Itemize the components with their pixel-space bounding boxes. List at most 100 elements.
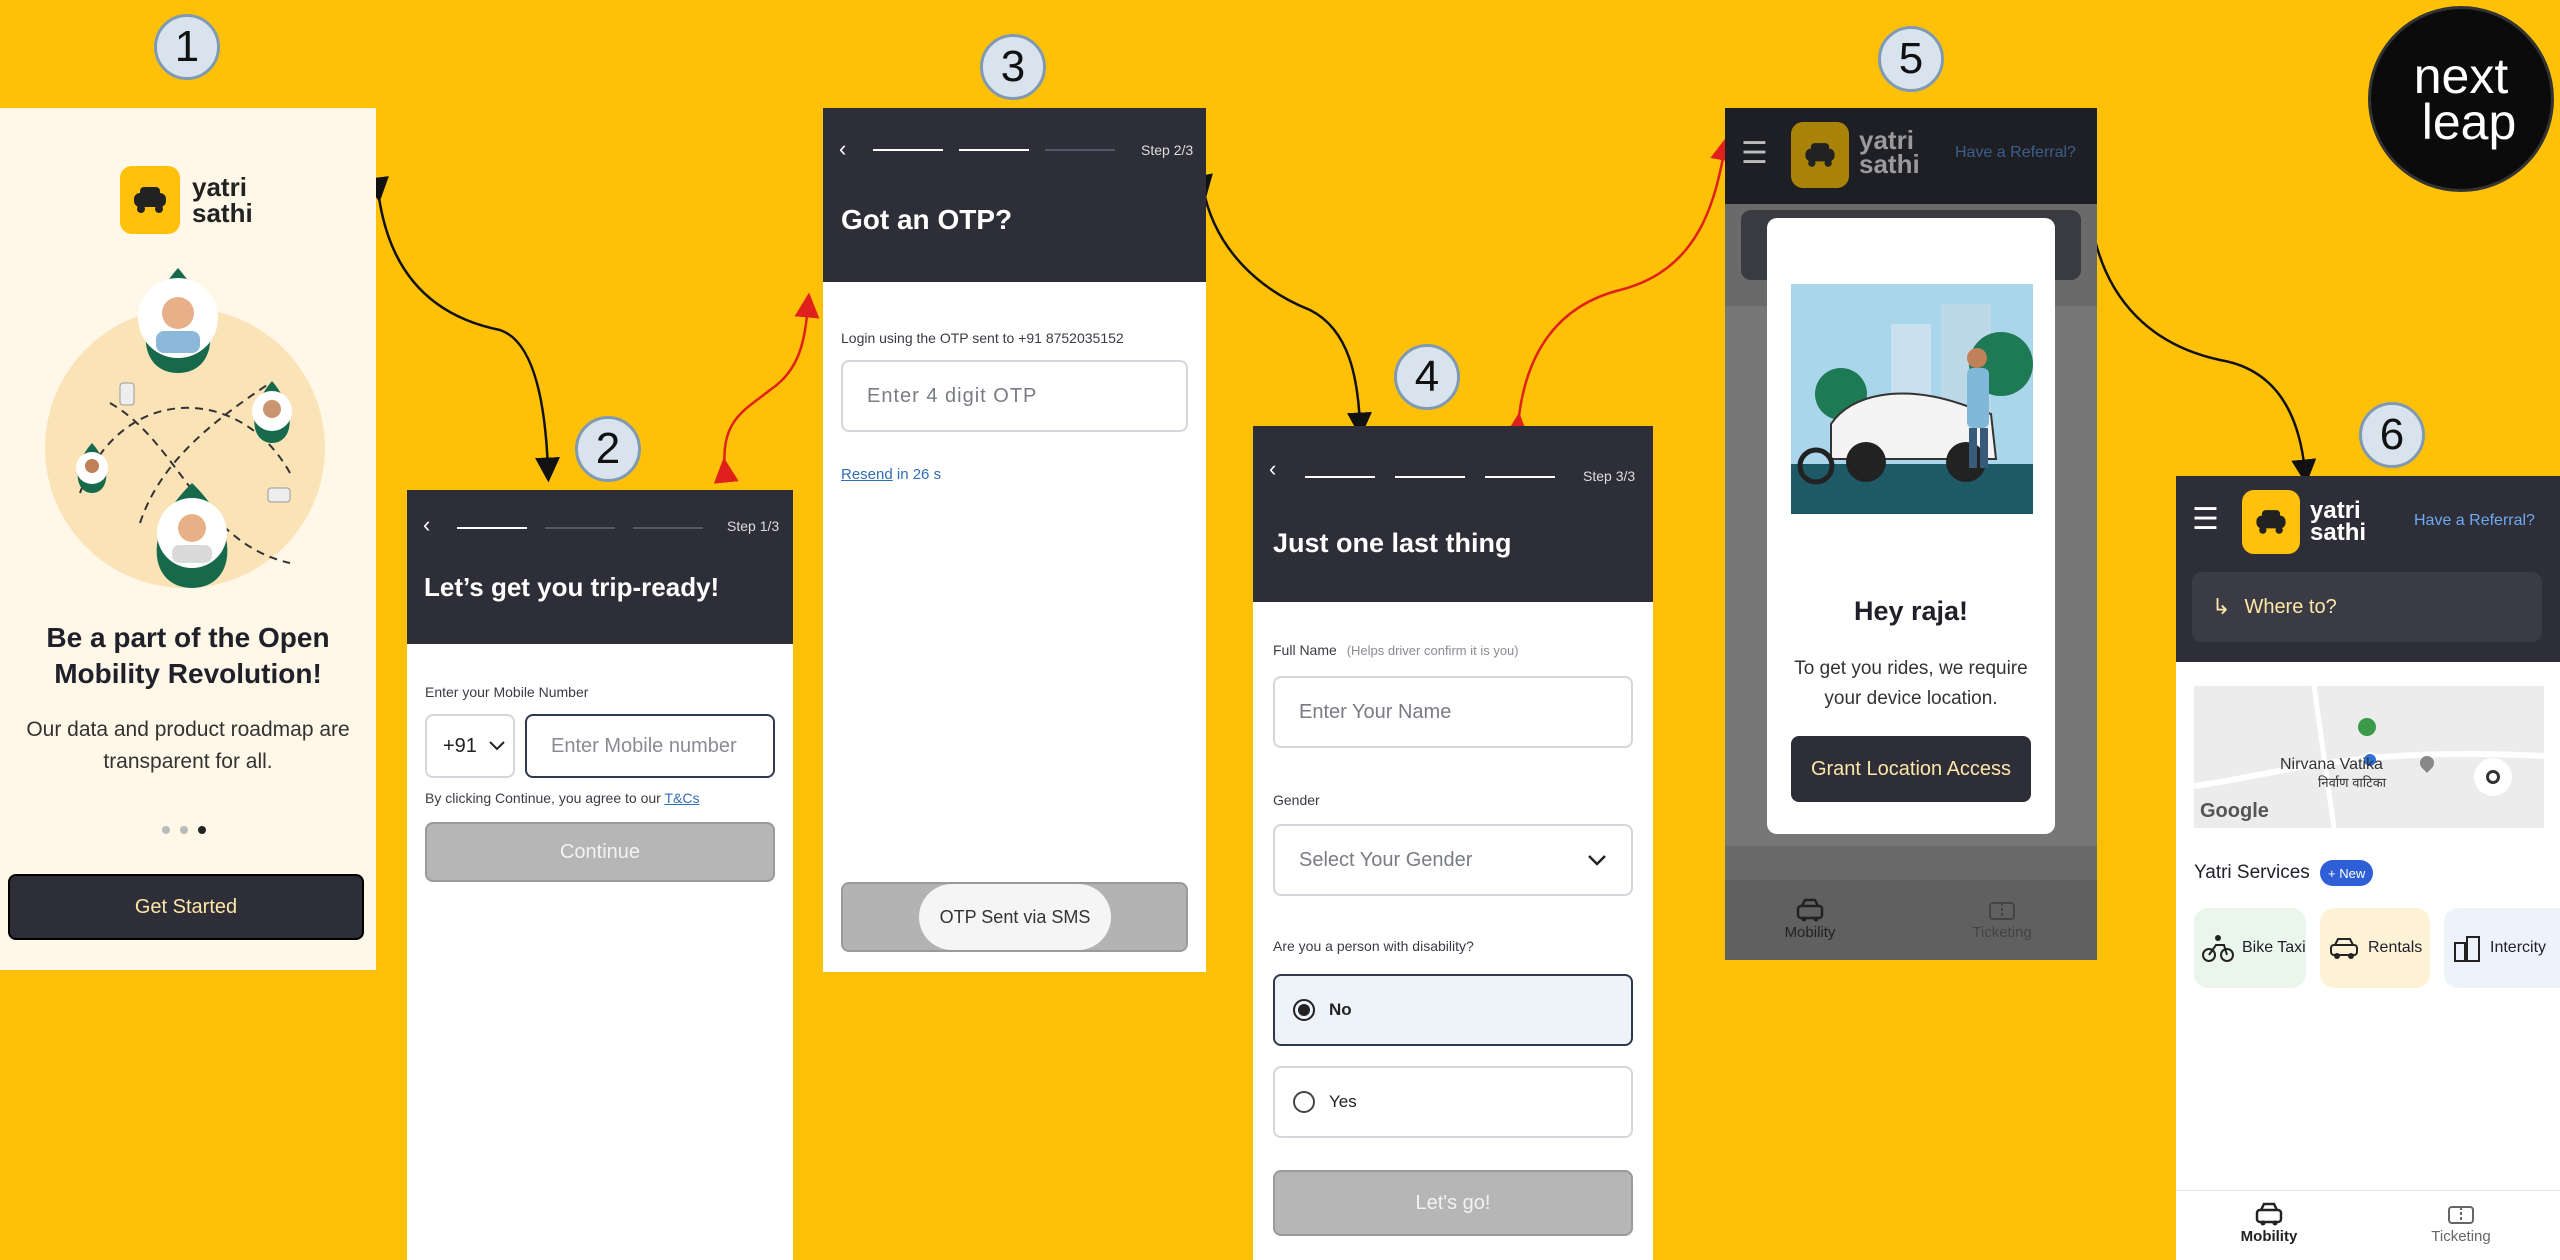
service-intercity[interactable]: Intercity	[2444, 908, 2560, 988]
brand-line2: sathi	[1859, 149, 1920, 179]
crosshair-icon	[2486, 770, 2500, 784]
mobile-label: Enter your Mobile Number	[425, 684, 589, 700]
driver-car-illustration	[1791, 284, 2033, 514]
mobile-number-placeholder: Enter Mobile number	[551, 734, 737, 757]
step-number-5: 5	[1878, 26, 1944, 92]
carousel-dots[interactable]	[162, 826, 206, 834]
tab-ticketing[interactable]: Ticketing	[1957, 898, 2047, 941]
progress-segment	[545, 527, 615, 529]
tab-ticketing[interactable]: Ticketing	[2416, 1202, 2506, 1245]
screen-home: ☰ yatri sathi Have a Referral? ↳ Where t…	[2176, 476, 2560, 1260]
screen3-title: Got an OTP?	[841, 204, 1013, 235]
arrow-3-4	[1188, 173, 1372, 438]
terms-link[interactable]: T&Cs	[664, 790, 699, 806]
service-bike-taxi-label: Bike Taxi	[2242, 939, 2306, 956]
radio-selected-icon	[1293, 999, 1315, 1021]
screen4-title: Just one last thing	[1273, 528, 1512, 558]
disability-option-no[interactable]: No	[1273, 974, 1633, 1046]
progress-segment	[959, 149, 1029, 151]
service-rentals[interactable]: Rentals	[2320, 908, 2430, 988]
resend-timer: in 26 s	[896, 466, 942, 483]
resend-link[interactable]: Resend	[841, 466, 893, 483]
back-chevron-icon[interactable]: ‹	[839, 136, 846, 162]
back-chevron-icon[interactable]: ‹	[423, 512, 430, 538]
mobile-number-input[interactable]: Enter Mobile number	[525, 714, 775, 778]
screen-location-permission: ☰ yatri sathi Have a Referral? Hey raja!…	[1725, 108, 2097, 960]
carousel-dot[interactable]	[180, 826, 188, 834]
bike-icon	[2202, 935, 2234, 962]
otp-input[interactable]: Enter 4 digit OTP	[841, 360, 1188, 432]
radio-unselected-icon	[1293, 1091, 1315, 1113]
map-place-local: निर्वाण वाटिका	[2318, 775, 2387, 790]
progress-segment	[873, 149, 943, 151]
step-number-1: 1	[154, 14, 220, 80]
location-permission-modal: Hey raja! To get you rides, we require y…	[1767, 218, 2055, 834]
screen2-header: ‹ Step 1/3 Let’s get you trip-ready!	[407, 490, 793, 644]
arrow-5-6	[2093, 239, 2317, 485]
tab-mobility-label: Mobility	[1784, 924, 1836, 941]
arrow-2-3	[713, 292, 820, 484]
progress-segment	[1305, 476, 1375, 478]
full-name-input[interactable]: Enter Your Name	[1273, 676, 1633, 748]
screen-onboarding: yatri sathi Be a part of the Open Mobili…	[0, 108, 376, 970]
brand-line2: sathi	[2310, 519, 2367, 546]
continue-button[interactable]: Continue	[425, 822, 775, 882]
otp-placeholder: Enter 4 digit OTP	[867, 384, 1038, 407]
referral-link[interactable]: Have a Referral?	[2414, 512, 2535, 530]
nextleap-logo-line2: leap	[2421, 94, 2517, 150]
tab-mobility[interactable]: Mobility	[1765, 898, 1855, 941]
otp-info: Login using the OTP sent to +91 87520351…	[841, 330, 1124, 346]
back-chevron-icon[interactable]: ‹	[1269, 456, 1276, 482]
get-started-button[interactable]: Get Started	[8, 874, 364, 940]
map-view[interactable]: Nirvana Vatika निर्वाण वाटिका Google	[2194, 686, 2544, 828]
service-bike-taxi[interactable]: Bike Taxi	[2194, 908, 2306, 988]
carousel-dot-active[interactable]	[198, 826, 206, 834]
service-intercity-label: Intercity	[2490, 939, 2547, 956]
lets-go-button[interactable]: Let's go!	[1273, 1170, 1633, 1236]
grant-location-button[interactable]: Grant Location Access	[1791, 736, 2031, 802]
screen-otp: ‹ Step 2/3 Got an OTP? Login using the O…	[823, 108, 1206, 972]
where-to-label: Where to?	[2244, 595, 2337, 618]
car-icon	[1796, 898, 1824, 922]
app-logo-text: yatri sathi	[2310, 499, 2367, 546]
full-name-placeholder: Enter Your Name	[1299, 700, 1452, 723]
app-logo-text: yatri sathi	[192, 174, 253, 226]
services-title: Yatri Services	[2194, 862, 2310, 883]
gender-placeholder: Select Your Gender	[1299, 848, 1473, 871]
tab-mobility[interactable]: Mobility	[2224, 1202, 2314, 1245]
nextleap-logo-line1: next	[2413, 48, 2509, 104]
map-place-label: Nirvana Vatika निर्वाण वाटिका	[2280, 756, 2386, 792]
tab-ticketing-label: Ticketing	[2431, 1228, 2491, 1245]
chevron-down-icon	[1588, 855, 1606, 866]
location-message: To get you rides, we require your device…	[1794, 658, 2028, 709]
chevron-down-icon	[489, 741, 505, 751]
greeting-text: Hey raja!	[1853, 596, 1969, 626]
app-logo-icon	[1791, 122, 1849, 188]
new-badge: + New	[2320, 860, 2374, 886]
carousel-dot[interactable]	[162, 826, 170, 834]
city-icon	[2454, 936, 2480, 962]
step-indicator: Step 1/3	[727, 518, 780, 534]
referral-link[interactable]: Have a Referral?	[1955, 144, 2076, 162]
where-to-search[interactable]: ↳ Where to?	[2192, 572, 2542, 642]
step-number-6: 6	[2359, 402, 2425, 468]
option-no-label: No	[1329, 1000, 1352, 1019]
resend-row: Resend in 26 s	[841, 466, 941, 483]
terms-prefix: By clicking Continue, you agree to our	[425, 790, 661, 806]
brand-line1: yatri	[192, 172, 247, 202]
step-number-4: 4	[1394, 344, 1460, 410]
arrow-1-2	[364, 176, 561, 483]
menu-icon[interactable]: ☰	[1741, 136, 1768, 171]
menu-icon[interactable]: ☰	[2192, 502, 2219, 537]
screen3-header: ‹ Step 2/3 Got an OTP?	[823, 108, 1206, 282]
onboarding-illustration	[45, 268, 325, 588]
gender-label: Gender	[1273, 792, 1320, 808]
app-logo-icon	[120, 166, 180, 234]
option-yes-label: Yes	[1329, 1092, 1357, 1111]
gender-select[interactable]: Select Your Gender	[1273, 824, 1633, 896]
disability-option-yes[interactable]: Yes	[1273, 1066, 1633, 1138]
country-code-select[interactable]: +91	[425, 714, 515, 778]
screen4-header: ‹ Step 3/3 Just one last thing	[1253, 426, 1653, 602]
recenter-button[interactable]	[2474, 758, 2512, 796]
full-name-label-text: Full Name	[1273, 642, 1337, 658]
